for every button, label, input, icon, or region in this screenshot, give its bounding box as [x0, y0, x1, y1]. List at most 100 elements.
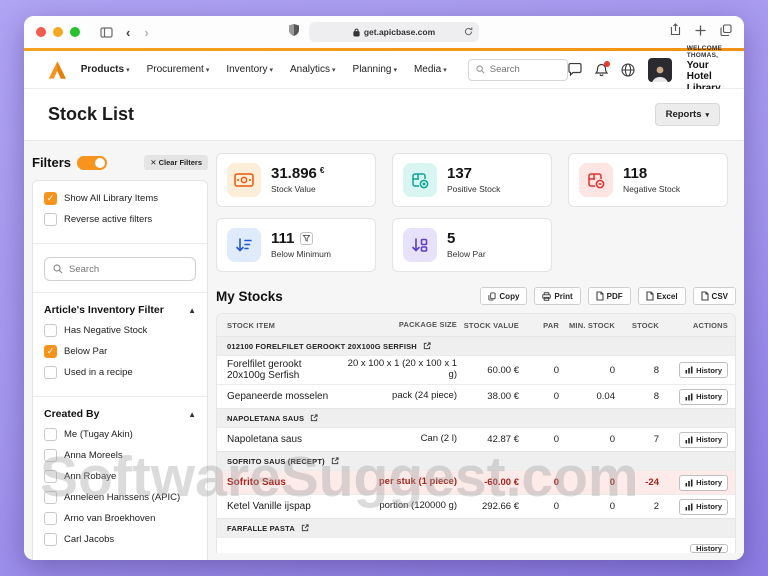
global-search-field[interactable]	[467, 58, 568, 81]
external-link-icon[interactable]	[310, 414, 318, 422]
checkbox[interactable]: ✓	[44, 366, 57, 379]
nav-item-media[interactable]: Media ▾	[414, 64, 447, 75]
filter-funnel-icon[interactable]	[300, 232, 314, 246]
sort-descending-icon	[227, 228, 261, 262]
content-area: Filters ✕ Clear Filters ✓ Show All Libra…	[24, 141, 744, 560]
privacy-shield-icon[interactable]	[289, 23, 299, 41]
history-button[interactable]: History	[690, 544, 728, 553]
filter-show-all-library-items[interactable]: ✓ Show All Library Items	[44, 192, 196, 205]
external-link-icon[interactable]	[331, 457, 339, 465]
history-button[interactable]: History	[679, 474, 728, 491]
copy-icon	[488, 291, 497, 301]
filter-used-in-recipe[interactable]: ✓ Used in a recipe	[44, 366, 196, 379]
history-button[interactable]: History	[679, 388, 728, 405]
zoom-window-button[interactable]	[70, 27, 80, 37]
tab-overview-icon[interactable]	[720, 23, 732, 41]
group-row: NAPOLETANA SAUS	[217, 408, 735, 427]
main-panel: 31.896€ Stock Value 137 Positive Stock	[216, 153, 736, 560]
global-search-input[interactable]	[489, 64, 560, 75]
language-globe-icon[interactable]	[621, 62, 635, 77]
messages-icon[interactable]	[568, 63, 582, 76]
reload-icon[interactable]	[464, 26, 473, 38]
my-stocks-title: My Stocks	[216, 288, 283, 304]
checkbox[interactable]: ✓	[44, 324, 57, 337]
welcome-text: WELCOME THOMAS,	[686, 44, 723, 60]
nav-item-products[interactable]: Products ▾	[81, 64, 130, 75]
share-icon[interactable]	[670, 23, 681, 41]
filter-creator[interactable]: ✓ Carl Jacobs	[44, 533, 196, 546]
filter-reverse-active-filters[interactable]: ✓ Reverse active filters	[44, 213, 196, 226]
copy-button[interactable]: Copy	[480, 287, 528, 305]
filters-toggle[interactable]	[77, 155, 108, 170]
arrow-down-box-icon	[403, 228, 437, 262]
collapse-icon[interactable]: ▲	[188, 306, 196, 315]
inventory-filter-header[interactable]: Article's Inventory Filter ▲	[44, 304, 196, 316]
filter-search-input[interactable]	[69, 263, 179, 275]
filter-creator[interactable]: ✓ Anna Moreels	[44, 449, 196, 462]
filter-creator[interactable]: ✓ Arno van Broekhoven	[44, 512, 196, 525]
nav-item-planning[interactable]: Planning ▾	[353, 64, 397, 75]
chart-icon	[685, 393, 693, 400]
excel-button[interactable]: Excel	[637, 287, 686, 305]
window-controls[interactable]	[36, 27, 80, 37]
file-icon	[700, 291, 709, 301]
user-avatar[interactable]	[647, 57, 672, 82]
filters-sidebar: Filters ✕ Clear Filters ✓ Show All Libra…	[32, 153, 208, 560]
history-button[interactable]: History	[679, 431, 728, 448]
sidebar-toggle-icon[interactable]	[100, 26, 113, 38]
history-button[interactable]: History	[679, 362, 728, 378]
apicbase-logo[interactable]	[48, 58, 67, 82]
checkbox[interactable]: ✓	[44, 192, 57, 205]
close-window-button[interactable]	[36, 27, 46, 37]
group-row: FARFALLE PASTA	[217, 518, 735, 537]
section-inventory-filter: Article's Inventory Filter ▲ ✓ Has Negat…	[33, 292, 207, 396]
minimize-window-button[interactable]	[53, 27, 63, 37]
banknote-icon	[227, 163, 261, 197]
external-link-icon[interactable]	[423, 342, 431, 350]
checkbox[interactable]: ✓	[44, 491, 57, 504]
app-navbar: Products ▾ Procurement ▾ Inventory ▾ Analyt…	[24, 45, 744, 94]
back-icon[interactable]: ‹	[126, 25, 130, 40]
filter-search-field[interactable]	[44, 257, 196, 281]
new-tab-icon[interactable]	[695, 23, 706, 41]
stat-card-negative-stock: 118 Negative Stock	[568, 153, 728, 207]
csv-button[interactable]: CSV	[692, 287, 736, 305]
checkbox[interactable]: ✓	[44, 449, 57, 462]
history-button[interactable]: History	[679, 498, 728, 515]
external-link-icon[interactable]	[301, 524, 309, 532]
table-row[interactable]: Gepaneerde mosselen pack (24 piece) 38.0…	[217, 384, 735, 408]
checkbox[interactable]: ✓	[44, 213, 57, 226]
filter-below-par[interactable]: ✓ Below Par	[44, 345, 196, 358]
notifications-bell-icon[interactable]	[594, 60, 610, 77]
print-button[interactable]: Print	[534, 287, 581, 305]
collapse-icon[interactable]: ▲	[188, 410, 196, 419]
table-row[interactable]: Ketel Vanille ijspap portion (120000 g) …	[217, 494, 735, 518]
filter-has-negative-stock[interactable]: ✓ Has Negative Stock	[44, 324, 196, 337]
table-row-partial[interactable]: History	[217, 537, 735, 553]
created-by-header[interactable]: Created By ▲	[44, 408, 196, 420]
checkbox[interactable]: ✓	[44, 345, 57, 358]
file-icon	[646, 291, 654, 301]
filter-creator[interactable]: ✓ Ann Robaye	[44, 470, 196, 483]
clear-filters-button[interactable]: ✕ Clear Filters	[144, 155, 208, 170]
checkbox[interactable]: ✓	[44, 428, 57, 441]
nav-item-procurement[interactable]: Procurement ▾	[147, 64, 210, 75]
reports-button[interactable]: Reports ▾	[654, 103, 720, 126]
forward-icon[interactable]: ›	[144, 25, 148, 40]
address-bar[interactable]: get.apicbase.com	[309, 22, 479, 42]
table-row[interactable]: Forelfilet gerookt 20x100g Serfish 20 x …	[217, 355, 735, 384]
filter-creator[interactable]: ✓ Anneleen Hanssens (APIC)	[44, 491, 196, 504]
pdf-button[interactable]: PDF	[587, 287, 631, 305]
url-text: get.apicbase.com	[363, 27, 436, 37]
file-icon	[596, 291, 604, 301]
checkbox[interactable]: ✓	[44, 470, 57, 483]
checkbox[interactable]: ✓	[44, 512, 57, 525]
table-row-negative[interactable]: Sofrito Saus per stuk (1 piece) -60.00 €…	[217, 470, 735, 494]
account-menu[interactable]: WELCOME THOMAS, Your Hotel Library	[687, 45, 728, 94]
checkbox[interactable]: ✓	[44, 533, 57, 546]
chart-icon	[685, 503, 693, 510]
nav-item-inventory[interactable]: Inventory ▾	[226, 64, 273, 75]
filter-creator-me[interactable]: ✓ Me (Tugay Akin)	[44, 428, 196, 441]
table-row[interactable]: Napoletana saus Can (2 l) 42.87 € 0 0 7 …	[217, 427, 735, 451]
nav-item-analytics[interactable]: Analytics ▾	[290, 64, 336, 75]
